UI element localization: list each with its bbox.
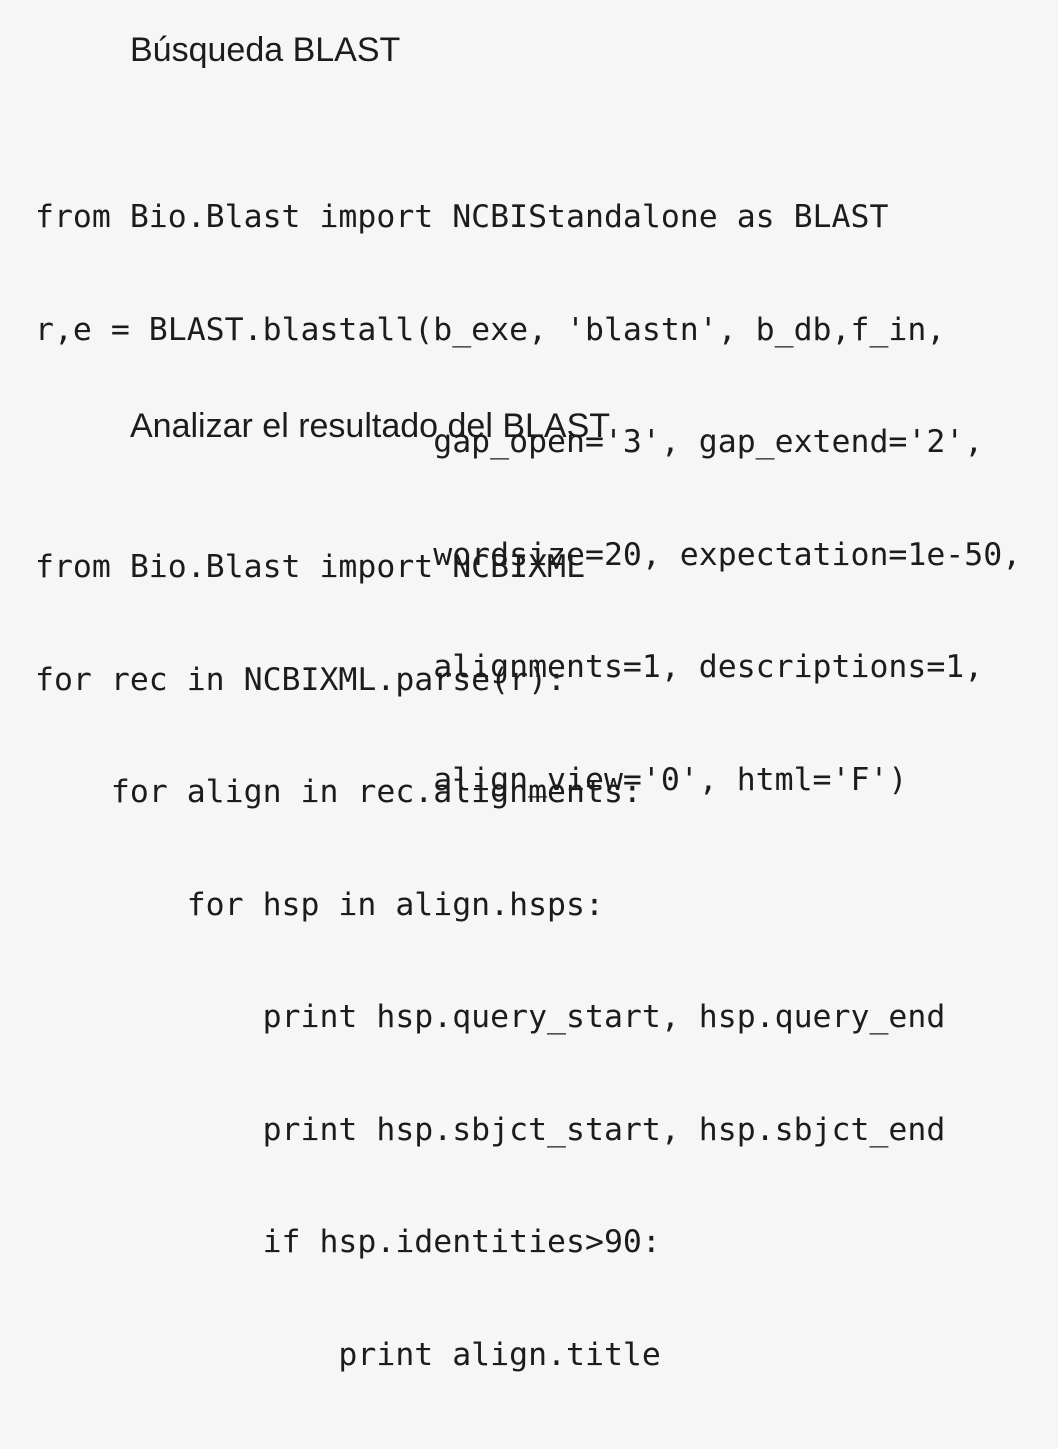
slide: Búsqueda BLAST from Bio.Blast import NCB… [0,0,1058,1373]
code-block-analyze-result: from Bio.Blast import NCBIXML for rec in… [35,474,945,1449]
code-line: for rec in NCBIXML.parse(r): [35,661,567,698]
code-line: print align.title [35,1336,661,1373]
code-line: print hsp.sbjct_start, hsp.sbjct_end [35,1111,946,1148]
heading-blast-search: Búsqueda BLAST [130,31,401,69]
code-line: if hsp.identities>90: [35,1224,661,1260]
code-line: for hsp in align.hsps: [35,886,604,923]
heading-analyze-result: Analizar el resultado del BLAST [130,407,611,445]
code-line: from Bio.Blast import NCBIStandalone as … [35,199,889,235]
code-line: r,e = BLAST.blastall(b_exe, 'blastn', b_… [35,311,946,348]
code-line: print hsp.query_start, hsp.query_end [35,999,946,1035]
code-line: from Bio.Blast import NCBIXML [35,549,585,585]
code-line: for align in rec.alignments: [35,774,642,810]
